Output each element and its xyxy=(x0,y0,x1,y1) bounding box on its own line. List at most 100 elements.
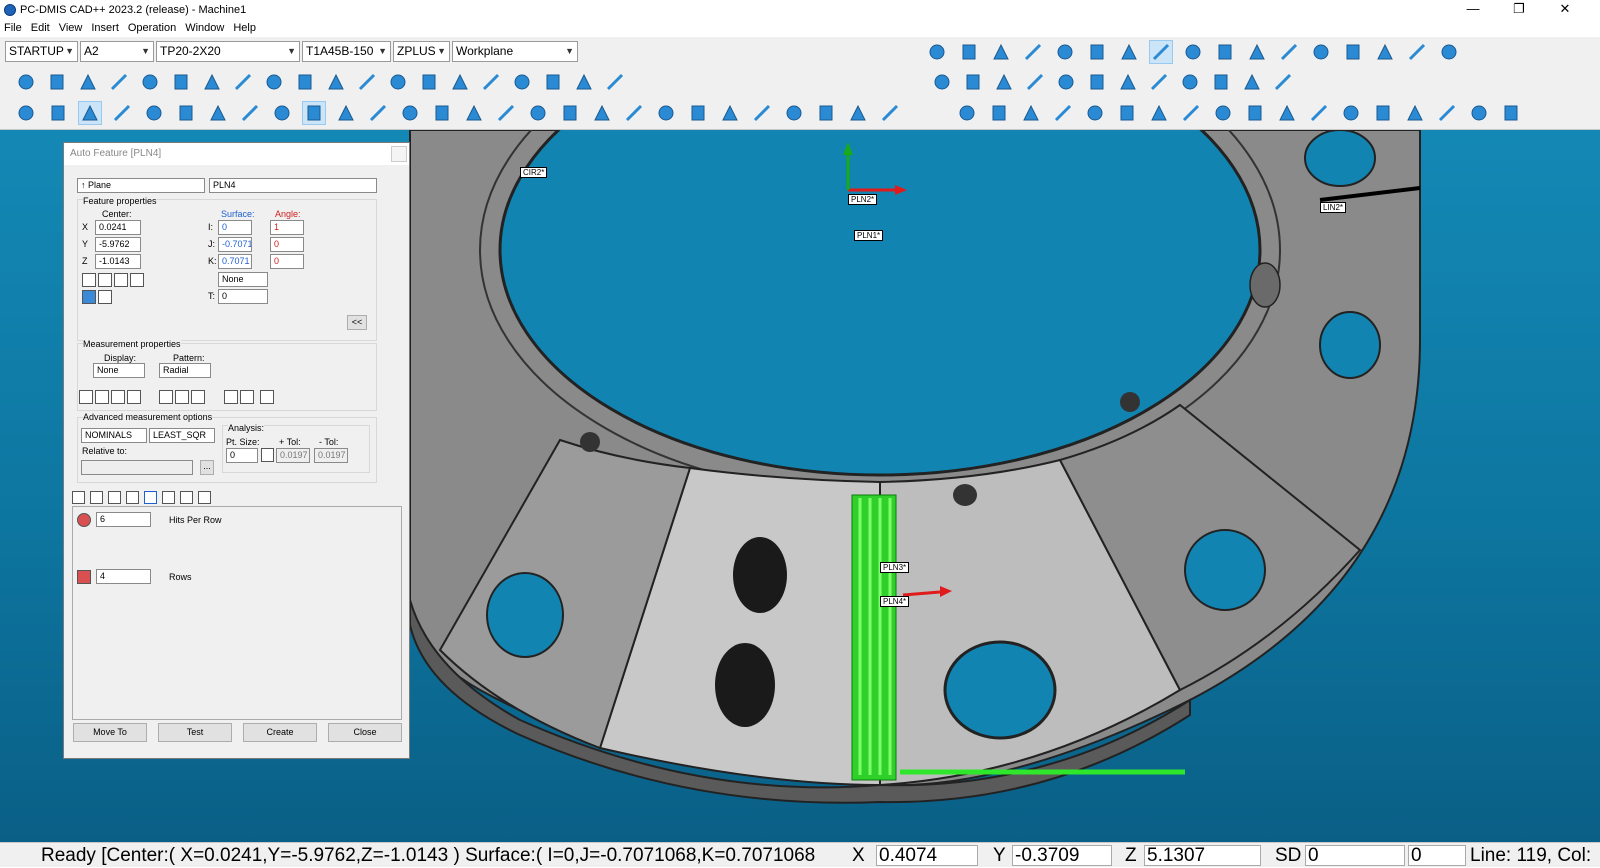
plane-icon[interactable] xyxy=(1019,101,1043,125)
cylinder-icon[interactable] xyxy=(1373,40,1397,64)
slot-icon[interactable] xyxy=(1403,101,1427,125)
angle-k-field[interactable]: 0 xyxy=(270,254,304,269)
hit-icon[interactable] xyxy=(79,390,93,404)
line-construct-icon[interactable] xyxy=(572,70,596,94)
menu-edit[interactable]: Edit xyxy=(31,22,50,34)
display-combo[interactable]: None xyxy=(93,363,145,378)
comment-icon[interactable] xyxy=(142,101,166,125)
surface-j-field[interactable]: -0.7071 xyxy=(218,237,252,252)
tab-circle-icon[interactable] xyxy=(162,491,175,504)
menu-view[interactable]: View xyxy=(59,22,83,34)
bend-icon[interactable] xyxy=(1405,40,1429,64)
circle-construct-icon[interactable] xyxy=(45,70,69,94)
align-icon[interactable] xyxy=(622,101,646,125)
plus-tol-field[interactable]: 0.0197 xyxy=(276,448,310,463)
curve-icon[interactable] xyxy=(1209,70,1233,94)
cloud-icon[interactable] xyxy=(957,40,981,64)
hex-icon[interactable] xyxy=(231,70,255,94)
settings-icon[interactable] xyxy=(494,101,518,125)
circle-construct-icon[interactable] xyxy=(355,70,379,94)
cone-icon[interactable] xyxy=(1467,101,1491,125)
line-icon[interactable] xyxy=(1307,101,1331,125)
point-construct-icon[interactable] xyxy=(14,70,38,94)
feature-label-pln4[interactable]: PLN4* xyxy=(880,596,910,607)
plane-icon[interactable] xyxy=(1339,101,1363,125)
tab-move-icon[interactable] xyxy=(90,491,103,504)
tip-combo[interactable]: T1A45B-150 ▼ xyxy=(302,41,391,62)
probe-down-icon[interactable] xyxy=(260,390,274,404)
menu-insert[interactable]: Insert xyxy=(91,22,119,34)
alignment-combo[interactable]: STARTUP ▼ xyxy=(5,41,78,62)
feature-id-field[interactable]: PLN4 xyxy=(209,178,377,193)
slot-icon[interactable] xyxy=(1083,101,1107,125)
feature-label-pln2[interactable]: PLN2* xyxy=(848,194,878,205)
feature-label-cir2[interactable]: CIR2* xyxy=(520,167,548,178)
menu-help[interactable]: Help xyxy=(233,22,256,34)
dot-icon[interactable] xyxy=(930,70,954,94)
distance-icon[interactable] xyxy=(114,273,128,287)
t-field[interactable]: 0 xyxy=(218,289,268,304)
play-icon[interactable] xyxy=(82,290,96,304)
shaded-icon[interactable] xyxy=(366,101,390,125)
dot-icon[interactable] xyxy=(1275,101,1299,125)
square-icon[interactable] xyxy=(293,70,317,94)
move-icon[interactable] xyxy=(191,390,205,404)
line-construct-icon[interactable] xyxy=(262,70,286,94)
grid-icon[interactable] xyxy=(1243,101,1267,125)
shaded-icon[interactable] xyxy=(46,101,70,125)
line-icon[interactable] xyxy=(961,70,985,94)
shaded-icon[interactable] xyxy=(686,101,710,125)
plane-icon[interactable] xyxy=(992,70,1016,94)
line-icon[interactable] xyxy=(1437,40,1461,64)
collapse-button[interactable]: << xyxy=(347,315,367,330)
jump-icon[interactable] xyxy=(846,101,870,125)
ring-icon[interactable] xyxy=(448,70,472,94)
square-icon[interactable] xyxy=(603,70,627,94)
auto-wrist-icon[interactable] xyxy=(111,390,125,404)
analysis-view-icon[interactable] xyxy=(261,448,274,462)
target-icon[interactable] xyxy=(238,101,262,125)
point-icon[interactable] xyxy=(925,40,949,64)
sphere-icon[interactable] xyxy=(1181,40,1205,64)
surface-i-field[interactable]: 0 xyxy=(218,220,252,235)
target-icon[interactable] xyxy=(558,101,582,125)
scan-icon[interactable] xyxy=(224,390,238,404)
relative-to-field[interactable] xyxy=(81,460,193,475)
cloud-icon[interactable] xyxy=(1277,40,1301,64)
center-y-field[interactable]: -5.9762 xyxy=(95,237,141,252)
none-combo[interactable]: None xyxy=(218,272,268,287)
distance-icon[interactable] xyxy=(386,70,410,94)
workplane-combo[interactable]: Workplane ▼ xyxy=(452,41,578,62)
tab-power-icon[interactable] xyxy=(72,491,85,504)
depth-icon[interactable] xyxy=(175,390,189,404)
close-window-button[interactable]: ✕ xyxy=(1542,0,1588,19)
nominals-combo[interactable]: NOMINALS xyxy=(81,428,147,443)
circle-icon[interactable] xyxy=(1051,101,1075,125)
point-construct-icon[interactable] xyxy=(324,70,348,94)
probe-icon[interactable] xyxy=(98,273,112,287)
line-icon[interactable] xyxy=(1117,40,1141,64)
angle-j-field[interactable]: 0 xyxy=(270,237,304,252)
gauge-icon[interactable] xyxy=(200,70,224,94)
sphere-icon[interactable] xyxy=(1147,70,1171,94)
center-x-field[interactable]: 0.0241 xyxy=(95,220,141,235)
view-combo[interactable]: ZPLUS ▼ xyxy=(393,41,450,62)
cylinder-icon[interactable] xyxy=(1053,40,1077,64)
line-icon[interactable] xyxy=(1271,70,1295,94)
angle-i-field[interactable]: 1 xyxy=(270,220,304,235)
surface-k-field[interactable]: 0.7071 xyxy=(218,254,252,269)
tab-image-icon[interactable] xyxy=(126,491,139,504)
dot-icon[interactable] xyxy=(955,101,979,125)
gear-icon[interactable] xyxy=(479,70,503,94)
feature-label-pln1[interactable]: PLN1* xyxy=(854,230,884,241)
translate-icon[interactable] xyxy=(430,101,454,125)
pt-size-field[interactable]: 0 xyxy=(226,448,258,463)
cone-icon[interactable] xyxy=(1213,40,1237,64)
cylinder-icon[interactable] xyxy=(1435,101,1459,125)
gauge-icon[interactable] xyxy=(510,70,534,94)
cube-icon[interactable] xyxy=(14,101,38,125)
circle-icon[interactable] xyxy=(989,40,1013,64)
filter-icon[interactable] xyxy=(240,390,254,404)
probe-combo[interactable]: A2 ▼ xyxy=(80,41,154,62)
clearance-icon[interactable] xyxy=(127,390,141,404)
